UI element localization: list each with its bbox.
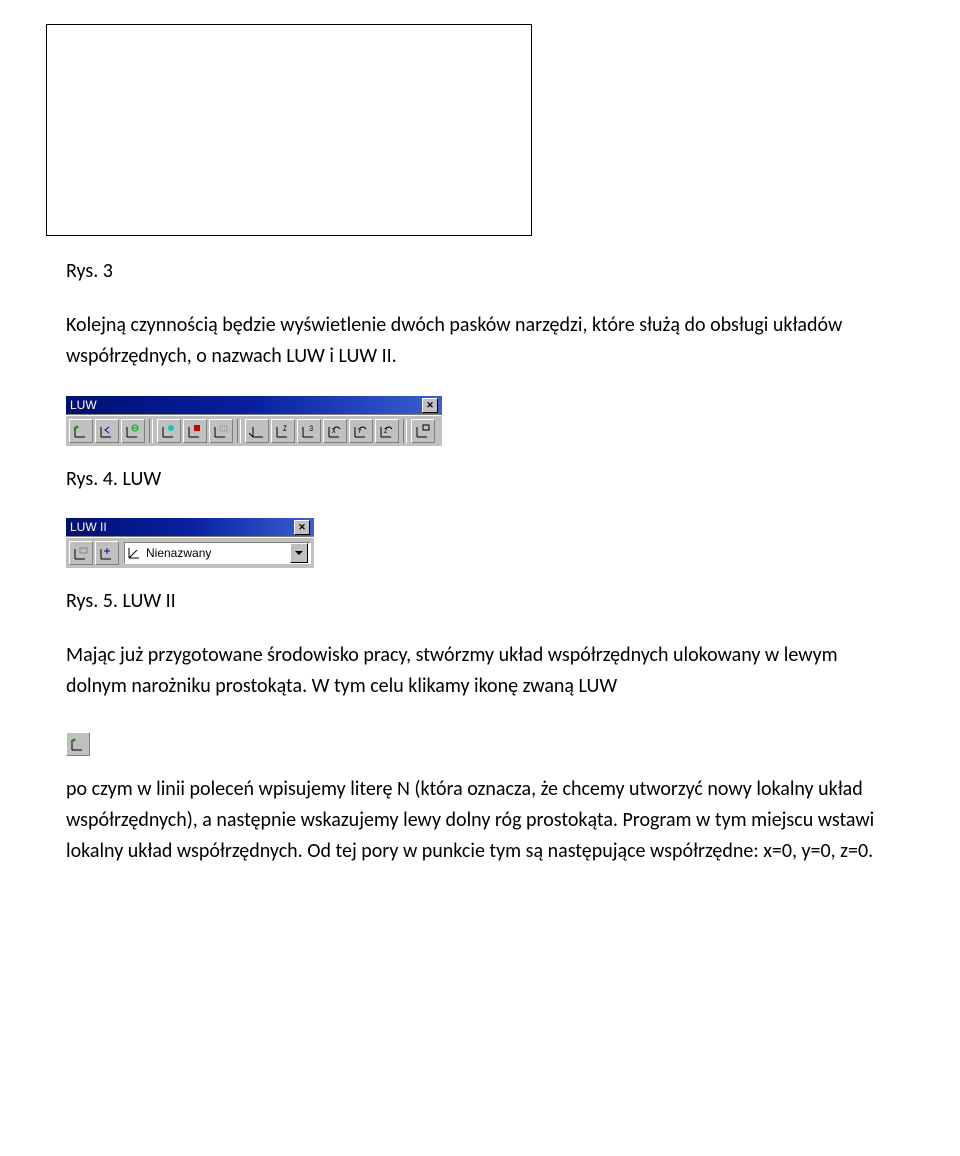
ucs-planview-icon [128,546,142,560]
ucs-object-icon[interactable] [157,419,181,443]
svg-text:3: 3 [309,424,313,434]
ucs-name-dropdown[interactable]: Nienazwany [124,542,311,564]
luw2-toolbar: LUW II ✕ Nienazwany [66,518,314,568]
luw2-toolbar-row: Nienazwany [66,537,314,568]
figure-placeholder-box [46,24,532,236]
ucs-zaxis-icon[interactable]: Z [271,419,295,443]
luw-icon[interactable] [66,732,90,756]
ucs-world-icon[interactable] [121,419,145,443]
ucs-apply-icon[interactable] [411,419,435,443]
paragraph-1: Kolejną czynnością będzie wyświetlenie d… [66,310,894,372]
toolbar-separator [149,419,153,443]
paragraph-2: Mając już przygotowane środowisko pracy,… [66,640,894,702]
figure-5-caption: Rys. 5. LUW II [66,586,894,616]
luw2-toolbar-titlebar: LUW II ✕ [66,518,314,537]
ucs-origin-icon[interactable] [245,419,269,443]
ucs-name-dropdown-value: Nienazwany [146,546,290,560]
ucs-previous-icon[interactable] [95,419,119,443]
luw-inline-icon [66,732,90,756]
ucs-rotate-y-icon[interactable]: Y [349,419,373,443]
luw-icon[interactable] [69,419,93,443]
luw-toolbar-titlebar: LUW ✕ [66,396,442,415]
luw2-toolbar-title: LUW II [70,520,107,534]
ucs-face-icon[interactable] [183,419,207,443]
toolbar-separator [403,419,407,443]
ucs-rotate-x-icon[interactable]: X [323,419,347,443]
svg-text:X: X [332,426,336,435]
luw-toolbar-row: Z 3 X Y Z [66,415,442,446]
chevron-down-icon[interactable] [290,543,308,563]
paragraph-3: po czym w linii poleceń wpisujemy literę… [66,774,894,867]
close-icon[interactable]: ✕ [294,520,310,535]
svg-text:Y: Y [358,426,362,435]
ucs-named-icon[interactable] [69,541,93,565]
figure-3-caption: Rys. 3 [66,256,894,286]
close-icon[interactable]: ✕ [422,398,438,413]
ucs-3point-icon[interactable]: 3 [297,419,321,443]
toolbar-separator [237,419,241,443]
svg-text:Z: Z [283,424,287,434]
luw-toolbar-title: LUW [70,398,97,412]
luw-toolbar: LUW ✕ [66,396,442,446]
ucs-rotate-z-icon[interactable]: Z [375,419,399,443]
figure-4-caption: Rys. 4. LUW [66,464,894,494]
ucs-view-icon[interactable] [209,419,233,443]
ucs-move-icon[interactable] [95,541,119,565]
